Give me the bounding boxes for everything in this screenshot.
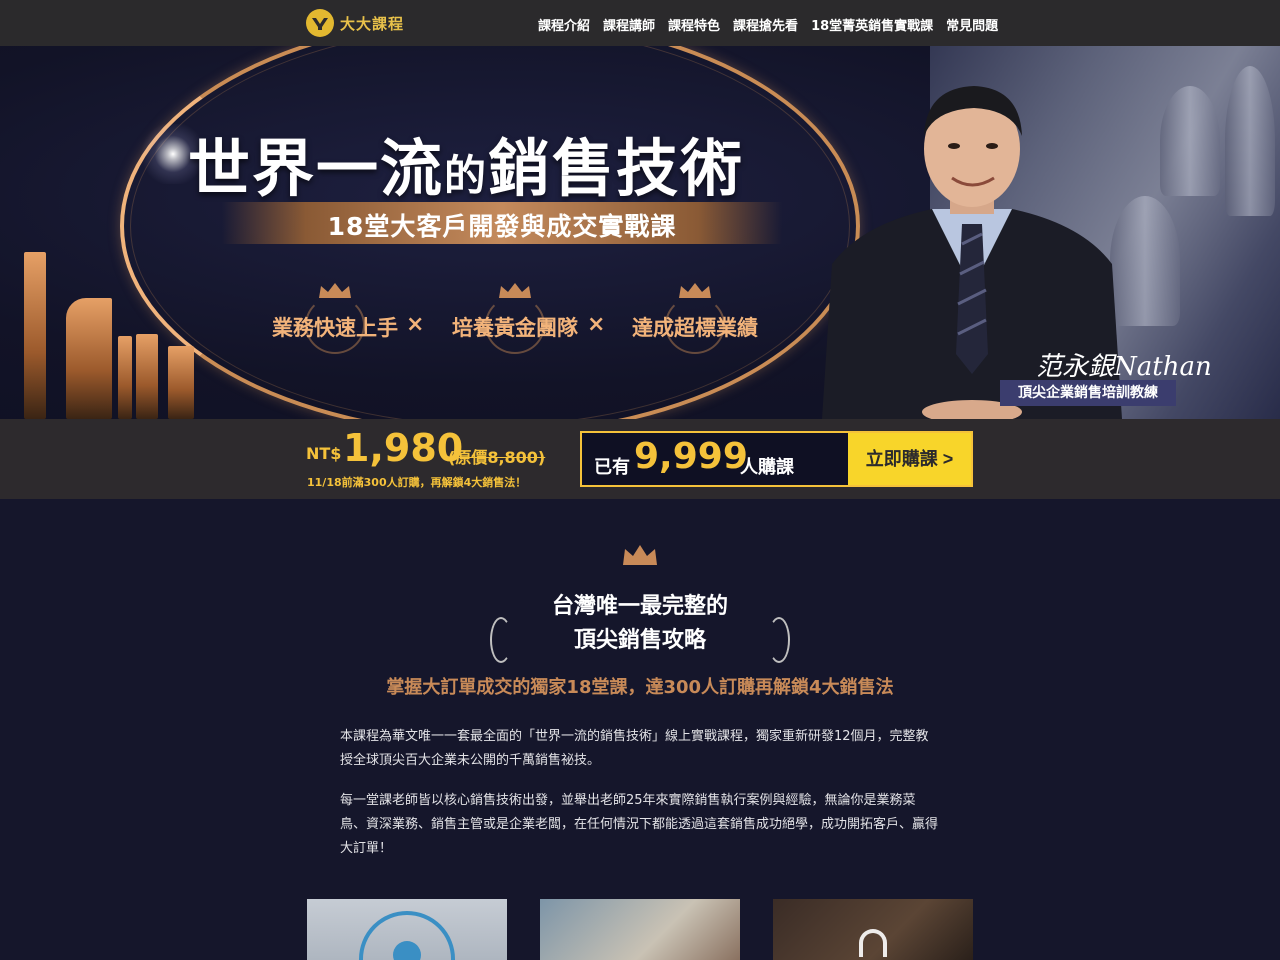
logo-text: 大大課程 (340, 14, 405, 33)
buy-now-button[interactable]: 立即購課 > (848, 433, 971, 485)
benefit-badge: 培養黃金團隊 (435, 278, 595, 358)
crown-icon (623, 545, 657, 565)
menu-18-lessons[interactable]: 18堂菁英銷售實戰課 (811, 15, 933, 34)
section-subtitle: 掌握大訂單成交的獨家18堂課，達300人訂購再解鎖4大銷售法 (386, 677, 894, 698)
hero-title: 世界一流的銷售技術 (188, 132, 745, 205)
price-bar: NT$ 1,980 (原價8,800) 11/18前滿300人訂購，再解鎖4大銷… (0, 419, 1280, 499)
menu-instructor[interactable]: 課程講師 (603, 15, 655, 34)
logo-icon (306, 9, 334, 37)
main-menu: 課程介紹 課程講師 課程特色 課程搶先看 18堂菁英銷售實戰課 常見問題 (538, 15, 998, 34)
feature-card-image[interactable] (540, 899, 740, 960)
lock-icon (859, 929, 887, 957)
instructor-signature: 范永銀Nathan (1036, 352, 1212, 382)
hero-subtitle: 18堂大客戶開發與成交實戰課 (327, 212, 677, 241)
skyline-building (168, 346, 194, 419)
menu-faq[interactable]: 常見問題 (946, 15, 998, 34)
section-title: 台灣唯一最完整的 頂尖銷售攻略 (551, 593, 728, 653)
site-logo[interactable]: 大大課程 (306, 9, 404, 37)
benefit-badges: 業務快速上手 × 培養黃金團隊 × 達成超標業績 (255, 278, 775, 358)
top-nav: 大大課程 課程介紹 課程講師 課程特色 課程搶先看 18堂菁英銷售實戰課 常見問… (0, 0, 1280, 46)
menu-preview[interactable]: 課程搶先看 (733, 15, 798, 34)
skyline-building (118, 336, 132, 419)
intro-section: 台灣唯一最完整的 頂尖銷售攻略 掌握大訂單成交的獨家18堂課，達300人訂購再解… (0, 499, 1280, 960)
skyline-building (136, 334, 158, 419)
benefit-badge: 達成超標業績 (615, 278, 775, 358)
buyers-prefix: 已有 (594, 457, 630, 478)
feature-card-image[interactable] (307, 899, 507, 960)
feature-card-image[interactable] (773, 899, 973, 960)
buy-box: 已有 9,999 人購課 立即購課 > (580, 431, 973, 487)
menu-features[interactable]: 課程特色 (668, 15, 720, 34)
trophy-image (1160, 86, 1220, 196)
times-separator: × (406, 312, 425, 337)
original-price: (原價8,800) (448, 448, 546, 467)
skyline-building (66, 298, 112, 419)
intro-paragraph: 每一堂課老師皆以核心銷售技術出發，並舉出老師25年來實際銷售執行案例與經驗，無論… (340, 793, 939, 856)
buyers-suffix: 人購課 (740, 457, 794, 478)
menu-course-intro[interactable]: 課程介紹 (538, 15, 590, 34)
intro-paragraph: 本課程為華文唯一一套最全面的「世界一流的銷售技術」線上實戰課程，獨家重新研發12… (340, 729, 929, 768)
trophy-image (1225, 66, 1275, 216)
benefit-badge: 業務快速上手 (255, 278, 415, 358)
promo-note: 11/18前滿300人訂購，再解鎖4大銷售法！ (307, 476, 527, 489)
price-value: 1,980 (343, 426, 464, 470)
price-currency: NT$ (306, 444, 342, 463)
instructor-role: 頂尖企業銷售培訓教練 (1000, 380, 1176, 406)
times-separator: × (587, 312, 606, 337)
skyline-building (24, 252, 46, 419)
hero-banner: 世界一流的銷售技術 18堂大客戶開發與成交實戰課 業務快速上手 × 培養黃金團隊… (0, 46, 1280, 419)
buyers-count: 9,999 (634, 436, 748, 477)
